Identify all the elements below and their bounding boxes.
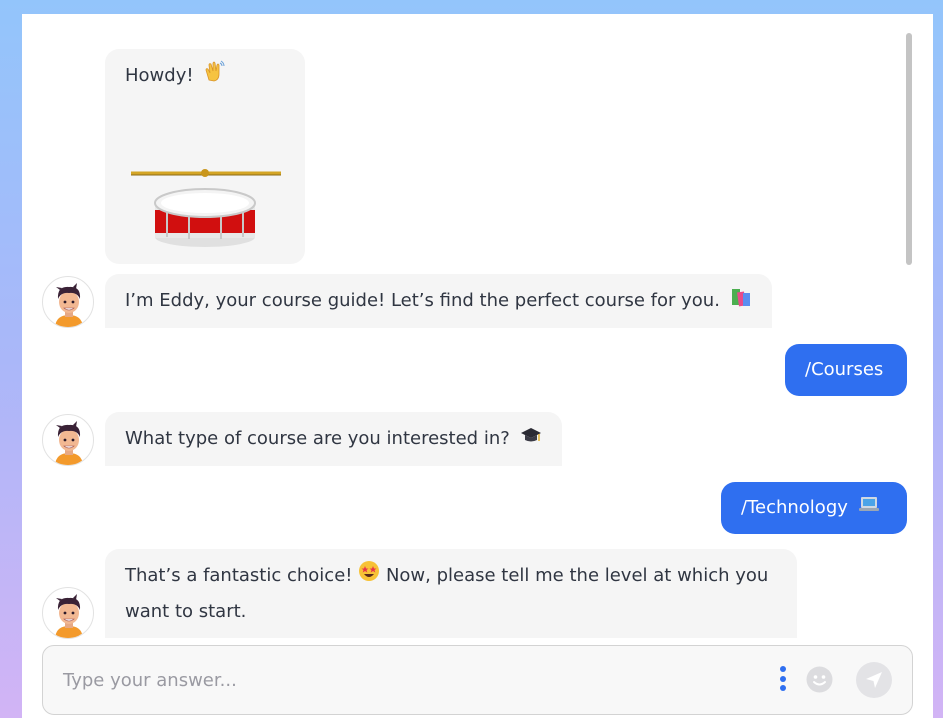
chat-window: Howdy! I’m Eddy, your course guide! Let’… [22, 14, 933, 718]
user-message-technology: /Technology [721, 482, 907, 534]
answer-input-placeholder: Type your answer... [63, 670, 237, 691]
star-struck-icon [358, 559, 380, 594]
user-message-text: /Technology [741, 497, 854, 518]
more-vertical-icon[interactable] [779, 666, 787, 694]
bot-avatar [42, 276, 94, 328]
graduation-cap-icon [520, 422, 542, 457]
bot-message-level: That’s a fantastic choice! Now, please t… [105, 549, 797, 638]
send-icon [866, 672, 882, 688]
bot-avatar [42, 587, 94, 639]
send-button[interactable] [856, 662, 892, 698]
bot-avatar [42, 414, 94, 466]
bot-message-course-type: What type of course are you interested i… [105, 412, 562, 466]
laptop-icon [858, 482, 880, 534]
bot-message-greeting: Howdy! [105, 49, 305, 264]
scrollbar[interactable] [906, 33, 912, 265]
level-text-line-1: That’s a fantastic choice! Now, please t… [125, 558, 777, 594]
smiley-icon[interactable] [806, 666, 833, 693]
level-text-line-2: want to start. [125, 600, 247, 622]
answer-input[interactable]: Type your answer... [42, 645, 913, 715]
drum-image [127, 129, 285, 249]
books-icon [730, 284, 752, 319]
course-type-text: What type of course are you interested i… [125, 428, 516, 449]
intro-text: I’m Eddy, your course guide! Let’s find … [125, 290, 726, 311]
greeting-text: Howdy! [125, 65, 200, 86]
bot-message-intro: I’m Eddy, your course guide! Let’s find … [105, 274, 772, 328]
waving-hand-icon [203, 59, 225, 94]
user-message-courses: /Courses [785, 344, 907, 396]
user-message-text: /Courses [805, 359, 884, 380]
